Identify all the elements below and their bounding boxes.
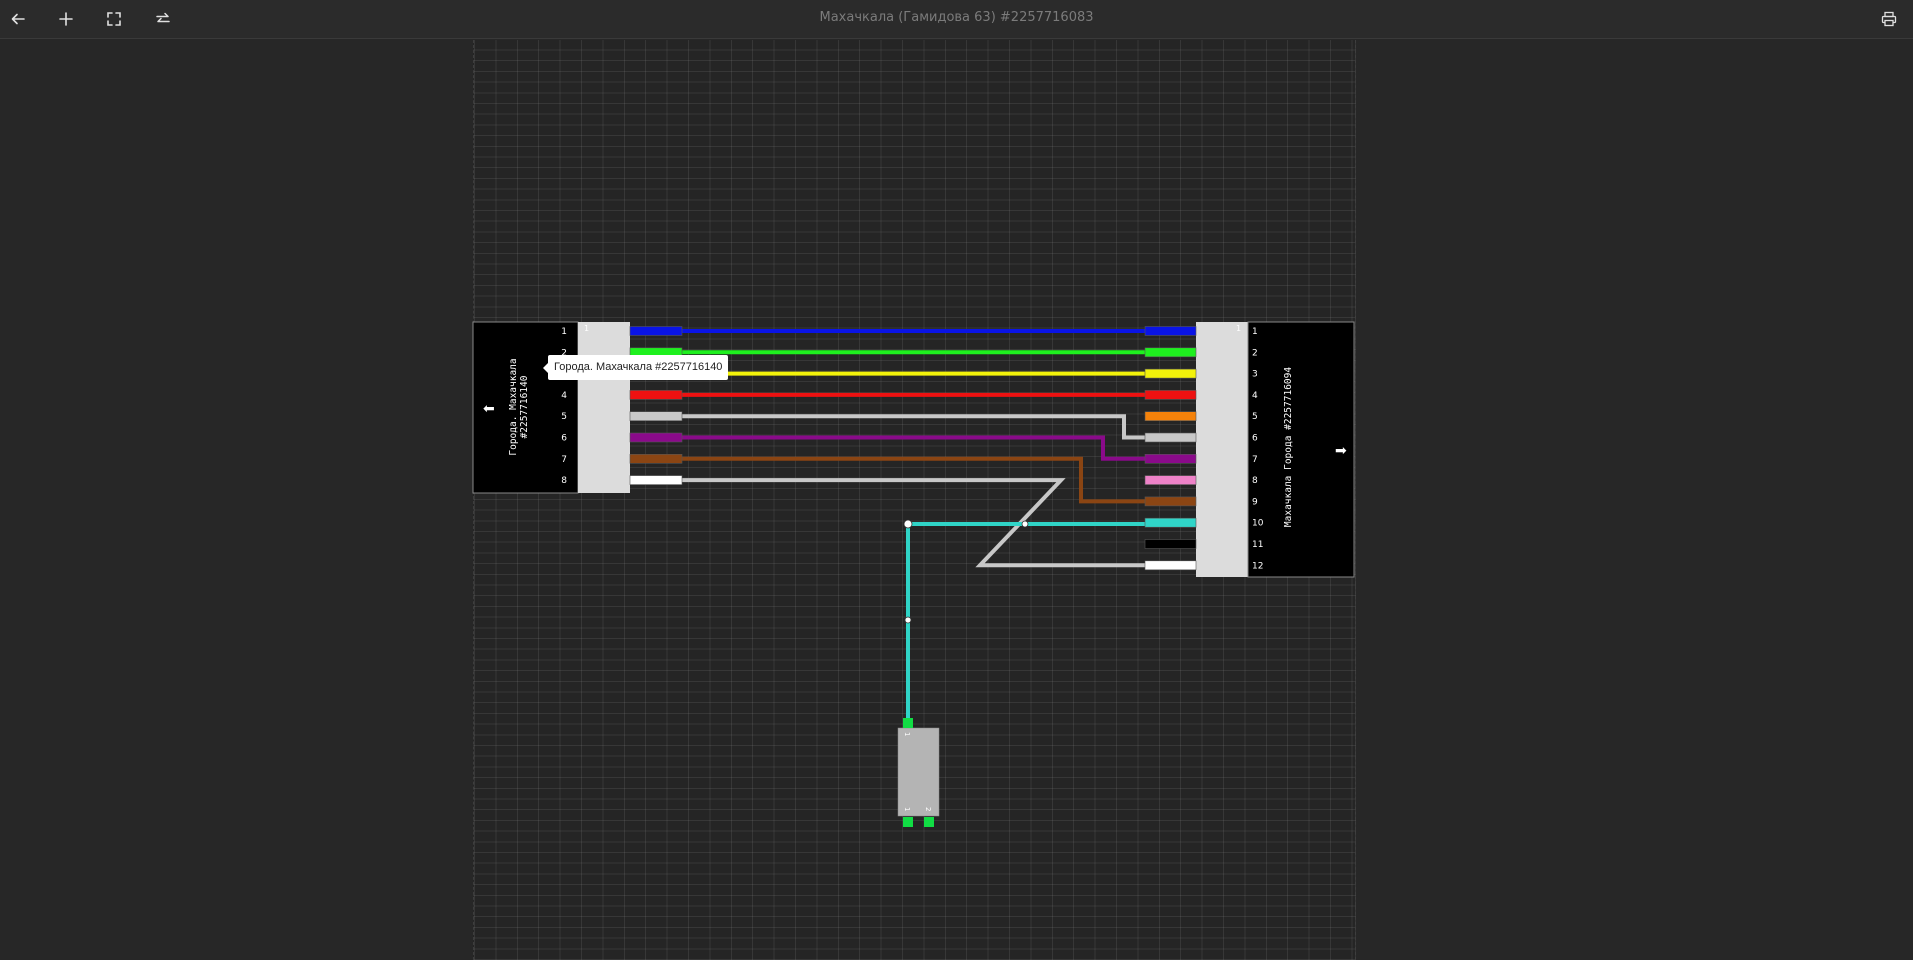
- splitter-output-connector-2[interactable]: [924, 817, 934, 827]
- left-cable-arrow-icon: ⬅: [483, 401, 495, 417]
- right-splice-box-index: 1: [1236, 324, 1241, 333]
- left-port-number: 1: [561, 327, 567, 337]
- splice-diagram: ⬅ Города. Махачкала #2257716140 12345678…: [472, 321, 1355, 827]
- right-fiber-end-pink[interactable]: [1144, 475, 1197, 485]
- left-fiber-end-brown[interactable]: [629, 453, 683, 464]
- right-cable-label: Махачкала Города #2257716094: [1283, 367, 1294, 527]
- left-fiber-end-white[interactable]: [629, 475, 683, 485]
- left-cable[interactable]: ⬅ Города. Махачкала #2257716140 12345678: [472, 321, 579, 494]
- right-fiber-swatches: [1144, 326, 1197, 571]
- left-splice-box-index: 1: [584, 324, 589, 333]
- right-fiber-end-cyan[interactable]: [1144, 517, 1197, 528]
- right-fiber-end-brown[interactable]: [1144, 496, 1197, 507]
- right-port-number: 9: [1252, 497, 1258, 507]
- right-fiber-end-white[interactable]: [1144, 560, 1197, 571]
- junction-node[interactable]: [1021, 520, 1029, 528]
- left-port-number: 6: [561, 434, 567, 444]
- left-fiber-swatches: [629, 326, 683, 485]
- right-port-number: 7: [1252, 455, 1258, 465]
- fiber-cyan[interactable]: [906, 522, 1145, 718]
- right-fiber-end-blue[interactable]: [1144, 326, 1197, 336]
- splitter-output-label-1: 1: [903, 807, 911, 811]
- right-port-number: 5: [1252, 412, 1258, 422]
- splitter-output-connector-1[interactable]: [903, 817, 913, 827]
- right-fiber-end-red[interactable]: [1144, 390, 1197, 400]
- right-fiber-end-orange[interactable]: [1144, 411, 1197, 422]
- right-fiber-end-black[interactable]: [1144, 539, 1197, 549]
- right-port-number: 4: [1252, 391, 1258, 401]
- right-fiber-end-violet[interactable]: [1144, 453, 1197, 464]
- left-fiber-end-violet[interactable]: [629, 432, 683, 443]
- right-fiber-end-yellow[interactable]: [1144, 368, 1197, 379]
- junction-node[interactable]: [904, 616, 912, 624]
- left-fiber-end-blue[interactable]: [629, 326, 683, 336]
- right-fiber-end-gray[interactable]: [1144, 432, 1197, 443]
- junction-node[interactable]: [903, 519, 913, 529]
- right-port-number: 2: [1252, 348, 1258, 358]
- right-cable-arrow-icon: ➡: [1335, 443, 1347, 459]
- fiber-gray[interactable]: [682, 414, 1145, 440]
- left-port-number: 8: [561, 476, 567, 486]
- right-fiber-end-green[interactable]: [1144, 347, 1197, 358]
- right-port-number: 6: [1252, 434, 1258, 444]
- right-splice-box[interactable]: [1196, 322, 1248, 577]
- left-port-number: 7: [561, 455, 567, 465]
- left-port-number: 4: [561, 391, 567, 401]
- right-port-number: 12: [1252, 561, 1263, 571]
- right-port-number: 8: [1252, 476, 1258, 486]
- splitter[interactable]: 1 1 2: [897, 718, 940, 827]
- right-port-number: 10: [1252, 519, 1264, 529]
- splitter-output-label-2: 2: [924, 807, 932, 811]
- right-port-number: 1: [1252, 327, 1258, 337]
- cable-tooltip: Города. Махачкала #2257716140: [542, 355, 729, 380]
- left-fiber-end-red[interactable]: [629, 390, 683, 400]
- fiber-violet[interactable]: [682, 435, 1145, 461]
- left-cable-label-line2: #2257716140: [519, 375, 530, 438]
- left-cable-label-line1: Города. Махачкала: [508, 358, 519, 455]
- left-splice-box[interactable]: [578, 322, 630, 493]
- left-port-number: 5: [561, 412, 567, 422]
- right-port-number: 3: [1252, 370, 1258, 380]
- right-port-number: 11: [1252, 540, 1263, 550]
- splitter-input-connector[interactable]: [903, 718, 913, 728]
- left-fiber-end-gray[interactable]: [629, 411, 683, 422]
- right-cable[interactable]: ➡ Махачкала Города #2257716094 123456789…: [1247, 321, 1355, 578]
- splitter-input-label: 1: [903, 732, 911, 736]
- fiber-connections: [682, 329, 1145, 718]
